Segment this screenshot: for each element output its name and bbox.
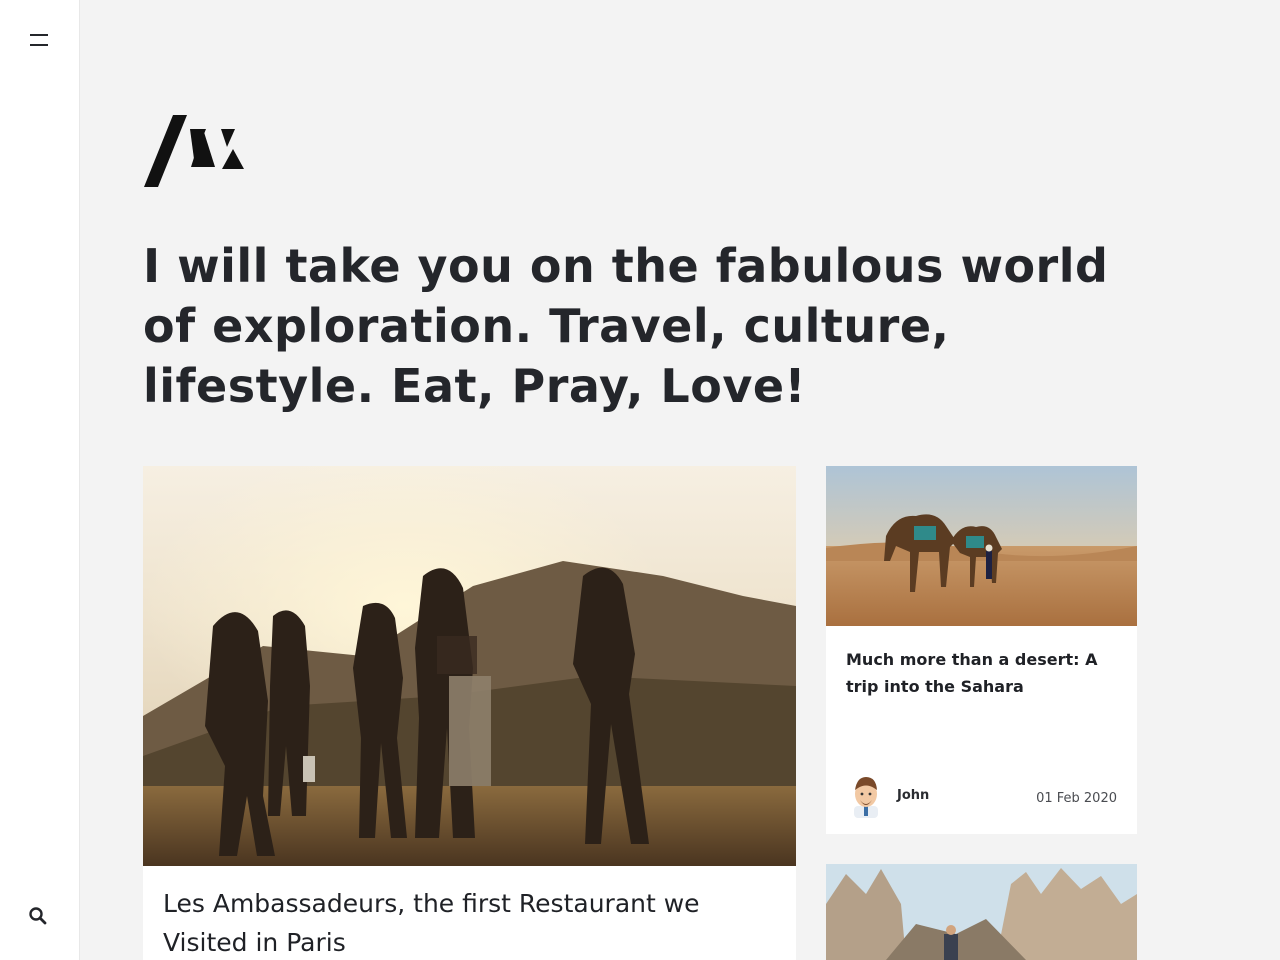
author-name[interactable]: John bbox=[897, 788, 929, 803]
featured-post-image[interactable] bbox=[143, 466, 796, 866]
post-card-image[interactable] bbox=[826, 466, 1137, 626]
featured-post-title[interactable]: Les Ambassadeurs, the first Restaurant w… bbox=[163, 884, 773, 960]
author-avatar[interactable] bbox=[848, 776, 884, 818]
post-date: 01 Feb 2020 bbox=[1036, 791, 1117, 806]
hero-tagline: I will take you on the fabulous world of… bbox=[143, 239, 1109, 413]
post-card[interactable]: Much more than a desert: A trip into the… bbox=[826, 466, 1137, 834]
post-card-image[interactable] bbox=[826, 864, 1137, 960]
post-card[interactable] bbox=[826, 864, 1137, 960]
sidebar bbox=[0, 0, 80, 960]
post-card-title[interactable]: Much more than a desert: A trip into the… bbox=[846, 646, 1116, 700]
featured-post-card[interactable]: Les Ambassadeurs, the first Restaurant w… bbox=[143, 466, 796, 960]
search-icon[interactable] bbox=[28, 906, 48, 926]
hamburger-menu-icon[interactable] bbox=[30, 32, 50, 48]
brand-logo[interactable] bbox=[143, 115, 245, 187]
